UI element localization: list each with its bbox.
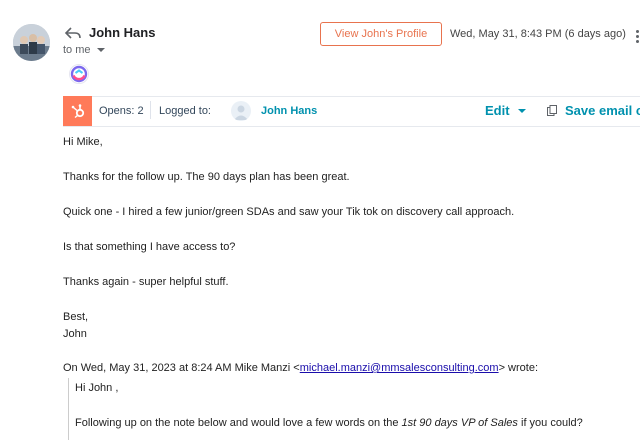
logged-to-label: Logged to:: [159, 105, 211, 117]
sender-avatar[interactable]: [13, 24, 50, 61]
quoted-message: Hi John , Following up on the note below…: [75, 380, 583, 432]
opens-count: Opens: 2: [99, 105, 144, 117]
copy-icon: [547, 105, 557, 116]
save-email-button[interactable]: Save email c: [547, 103, 640, 118]
sender-name: John Hans: [89, 25, 156, 40]
signoff: Best,: [63, 311, 89, 323]
signature: John: [63, 328, 87, 340]
edit-label: Edit: [485, 103, 510, 118]
chevron-down-icon[interactable]: [96, 48, 105, 52]
recipient-details[interactable]: to me: [63, 44, 105, 56]
chevron-down-icon: [517, 108, 526, 113]
quoted-text-end: if you could?: [517, 417, 583, 429]
quote-attribution-text: On Wed, May 31, 2023 at 8:24 AM Mike Man…: [63, 362, 300, 374]
save-email-label: Save email c: [565, 103, 640, 118]
view-profile-button[interactable]: View John's Profile: [320, 22, 442, 46]
body-paragraph: Thanks again - super helpful stuff.: [63, 276, 229, 288]
sender-email-link[interactable]: michael.manzi@mmsalesconsulting.com: [300, 362, 499, 374]
more-options-icon[interactable]: [634, 28, 640, 44]
edit-dropdown[interactable]: Edit: [485, 103, 526, 118]
email-body: Hi Mike, Thanks for the follow up. The 9…: [63, 134, 633, 343]
message-date: Wed, May 31, 8:43 PM (6 days ago): [450, 28, 626, 40]
quoted-greeting: Hi John ,: [75, 382, 119, 394]
quote-attribution-suffix: > wrote:: [498, 362, 539, 374]
body-paragraph: Is that something I have access to?: [63, 241, 236, 253]
quoted-text: Following up on the note below and would…: [75, 417, 402, 429]
contact-link[interactable]: John Hans: [261, 105, 317, 117]
recipient-label: to me: [63, 44, 91, 56]
quote-border: [68, 378, 69, 440]
body-paragraph: Thanks for the follow up. The 90 days pl…: [63, 171, 350, 183]
quote-attribution: On Wed, May 31, 2023 at 8:24 AM Mike Man…: [63, 362, 538, 374]
contact-avatar[interactable]: [231, 101, 251, 121]
hubspot-logo-icon[interactable]: [63, 96, 92, 126]
divider: [150, 101, 151, 119]
quoted-emphasis: 1st 90 days VP of Sales: [401, 417, 518, 429]
quoted-paragraph: Following up on the note below and would…: [75, 415, 583, 432]
clickup-icon[interactable]: [69, 64, 89, 84]
greeting: Hi Mike,: [63, 136, 103, 148]
body-paragraph: Quick one - I hired a few junior/green S…: [63, 206, 515, 218]
reply-icon[interactable]: [64, 25, 82, 41]
